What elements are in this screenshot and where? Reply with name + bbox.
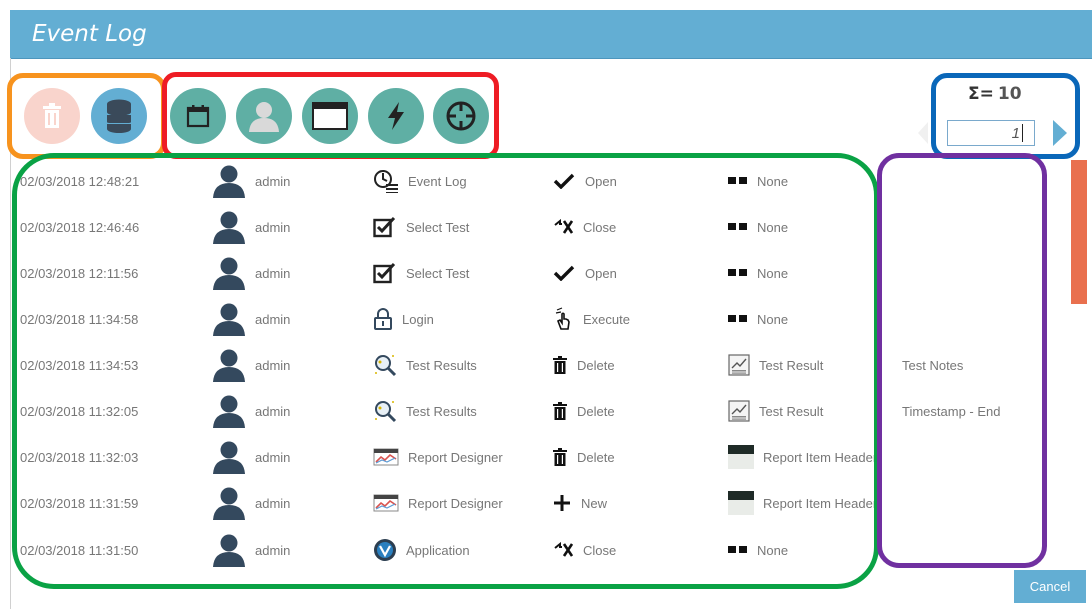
prev-page-button[interactable] [918,122,928,144]
window-title: Event Log [32,21,147,47]
highlight-blue [931,73,1080,159]
highlight-green [12,153,879,589]
scrollbar-thumb[interactable] [1071,160,1087,304]
title-bar: Event Log [10,10,1092,59]
highlight-red [162,72,499,159]
highlight-orange [7,73,166,159]
highlight-purple [877,153,1047,568]
cancel-button[interactable]: Cancel [1014,570,1086,603]
